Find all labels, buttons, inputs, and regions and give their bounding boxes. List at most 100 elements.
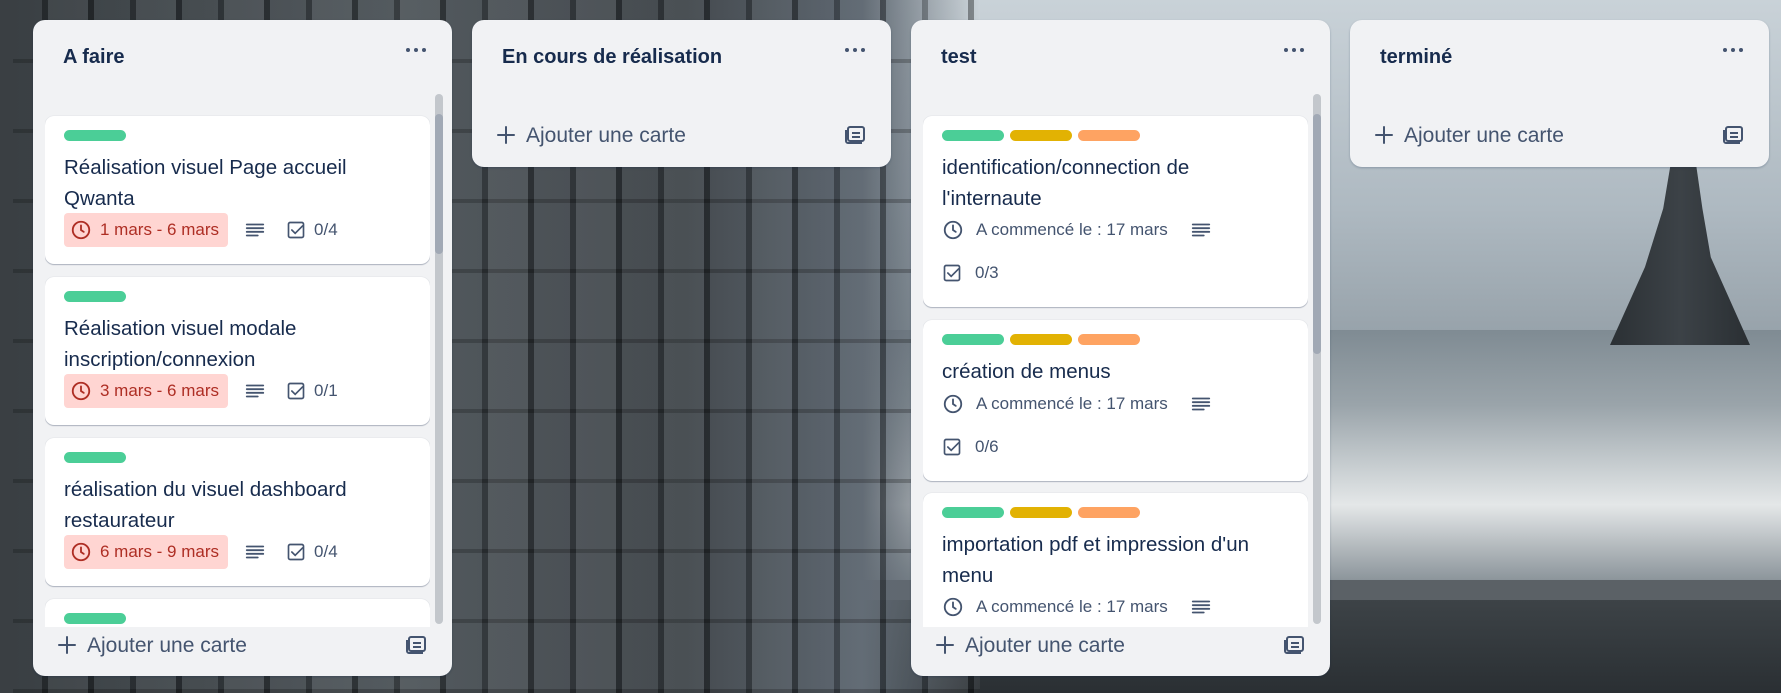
add-card-label: Ajouter une carte [87, 634, 247, 657]
add-card-button[interactable]: Ajouter une carte [923, 624, 1308, 666]
card-badges: 1 mars - 6 mars 0/4 [64, 213, 338, 247]
card-labels [942, 334, 1140, 345]
checklist-badge: 0/3 [942, 256, 999, 290]
card-badges-row2: 0/6 [942, 430, 999, 464]
scrollbar-thumb[interactable] [435, 114, 443, 254]
clock-icon [71, 381, 91, 401]
list-header[interactable]: A faire [33, 20, 452, 94]
card-badges: A commencé le : 17 mars [942, 590, 1212, 624]
label-yellow [1010, 507, 1072, 518]
card-template-icon[interactable] [1282, 634, 1306, 656]
checklist-count: 0/4 [314, 220, 338, 239]
ellipsis-icon[interactable] [1721, 44, 1745, 58]
checklist-icon [287, 382, 305, 400]
description-icon [1191, 397, 1210, 411]
list-scrollbar[interactable] [435, 94, 443, 624]
checklist-icon [943, 264, 961, 282]
label-green [942, 334, 1004, 345]
description-badge [1190, 387, 1212, 421]
list-test: test identification/connection de l'inte… [911, 20, 1330, 676]
description-icon [245, 545, 265, 559]
description-icon [1191, 600, 1210, 614]
ellipsis-icon[interactable] [843, 44, 867, 58]
list-termine: terminé Ajouter une carte [1350, 20, 1769, 167]
checklist-badge: 0/6 [942, 430, 999, 464]
description-badge [244, 374, 266, 408]
card-template-icon[interactable] [404, 634, 428, 656]
label-green [64, 291, 126, 302]
list-title[interactable]: En cours de réalisation [502, 46, 722, 69]
add-card-label: Ajouter une carte [526, 124, 686, 147]
card-list: identification/connection de l'internaut… [923, 94, 1308, 627]
start-date-badge[interactable]: A commencé le : 17 mars [942, 590, 1168, 624]
card[interactable]: Réalisation visuel Page accueil Qwanta 1… [45, 116, 430, 264]
add-card-button[interactable]: Ajouter une carte [1362, 114, 1747, 156]
list-title[interactable]: test [941, 46, 977, 69]
card[interactable]: réalisation du visuel dashboard restaura… [45, 438, 430, 586]
label-yellow [1010, 334, 1072, 345]
label-orange [1078, 334, 1140, 345]
due-date-text: 1 mars - 6 mars [100, 220, 220, 239]
card-badges-row2: 0/3 [942, 256, 999, 290]
card-badges: A commencé le : 17 mars [942, 387, 1212, 421]
card[interactable]: importation pdf et impression d'un menu … [923, 493, 1308, 627]
checklist-count: 0/1 [314, 381, 338, 400]
due-date-badge[interactable]: 1 mars - 6 mars [64, 213, 229, 247]
list-header[interactable]: En cours de réalisation [472, 20, 891, 94]
card-badges: 3 mars - 6 mars 0/1 [64, 374, 338, 408]
add-card-button[interactable]: Ajouter une carte [484, 114, 869, 156]
list-scrollbar[interactable] [1313, 94, 1321, 624]
plus-icon [58, 636, 76, 654]
card-title: identification/connection de l'internaut… [942, 156, 1190, 210]
ellipsis-icon[interactable] [404, 44, 428, 58]
description-icon [1191, 223, 1210, 237]
checklist-badge: 0/4 [286, 535, 338, 569]
card-title: Réalisation visuel modale inscription/co… [64, 317, 297, 371]
checklist-badge: 0/1 [286, 374, 338, 408]
plus-icon [497, 126, 515, 144]
due-date-badge[interactable]: 6 mars - 9 mars [64, 535, 229, 569]
card-labels [64, 452, 126, 463]
clock-icon [71, 220, 91, 240]
description-badge [244, 535, 266, 569]
clock-icon [943, 597, 963, 617]
clock-icon [71, 542, 91, 562]
checklist-count: 0/6 [975, 437, 999, 456]
start-date-badge[interactable]: A commencé le : 17 mars [942, 387, 1168, 421]
scrollbar-thumb[interactable] [1313, 114, 1321, 354]
list-header[interactable]: terminé [1350, 20, 1769, 94]
list-title[interactable]: terminé [1380, 46, 1452, 69]
add-card-label: Ajouter une carte [965, 634, 1125, 657]
background-edge [0, 0, 13, 693]
label-green [64, 452, 126, 463]
card[interactable]: Réalisation visuel modale inscription/co… [45, 277, 430, 425]
card-template-icon[interactable] [1721, 124, 1745, 146]
due-date-text: 3 mars - 6 mars [100, 381, 220, 400]
checklist-count: 0/4 [314, 542, 338, 561]
card[interactable] [45, 599, 430, 627]
description-badge [1190, 590, 1212, 624]
card-labels [942, 507, 1140, 518]
add-card-button[interactable]: Ajouter une carte [45, 624, 430, 666]
card-badges: A commencé le : 17 mars [942, 213, 1212, 247]
list-header[interactable]: test [911, 20, 1330, 94]
card[interactable]: identification/connection de l'internaut… [923, 116, 1308, 307]
checklist-badge: 0/4 [286, 213, 338, 247]
due-date-text: 6 mars - 9 mars [100, 542, 220, 561]
ellipsis-icon[interactable] [1282, 44, 1306, 58]
description-icon [245, 223, 265, 237]
card-title: Réalisation visuel Page accueil Qwanta [64, 156, 347, 210]
checklist-count: 0/3 [975, 263, 999, 282]
card-template-icon[interactable] [843, 124, 867, 146]
checklist-icon [287, 221, 305, 239]
description-badge [1190, 213, 1212, 247]
card[interactable]: création de menus A commencé le : 17 mar… [923, 320, 1308, 481]
start-date-badge[interactable]: A commencé le : 17 mars [942, 213, 1168, 247]
plus-icon [936, 636, 954, 654]
list-title[interactable]: A faire [63, 46, 125, 69]
card-title: création de menus [942, 360, 1111, 383]
plus-icon [1375, 126, 1393, 144]
label-orange [1078, 507, 1140, 518]
list-a-faire: A faire Réalisation visuel Page accueil … [33, 20, 452, 676]
due-date-badge[interactable]: 3 mars - 6 mars [64, 374, 229, 408]
